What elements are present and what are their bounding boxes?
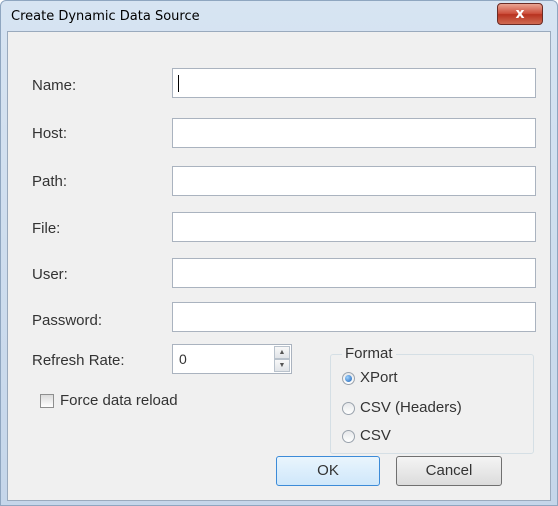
radio-xport-label[interactable]: XPort — [360, 369, 398, 386]
radio-xport[interactable] — [342, 372, 355, 385]
close-button[interactable]: x — [497, 3, 543, 25]
radio-csv[interactable] — [342, 430, 355, 443]
path-label: Path: — [32, 173, 68, 190]
window-title: Create Dynamic Data Source — [11, 9, 200, 24]
refresh-rate-spinner[interactable]: 0 ▲ ▼ — [172, 344, 292, 374]
cancel-button[interactable]: Cancel — [396, 456, 502, 486]
spin-up-button[interactable]: ▲ — [274, 346, 290, 359]
file-input[interactable] — [172, 212, 536, 242]
spin-down-button[interactable]: ▼ — [274, 359, 290, 372]
triangle-down-icon: ▼ — [278, 362, 286, 369]
close-icon: x — [515, 6, 525, 22]
file-label: File: — [32, 220, 61, 237]
refresh-rate-label: Refresh Rate: — [32, 352, 125, 369]
name-input[interactable] — [172, 68, 536, 98]
format-group-title: Format — [342, 345, 396, 362]
path-input[interactable] — [172, 166, 536, 196]
text-caret — [178, 75, 179, 92]
radio-csv-headers[interactable] — [342, 402, 355, 415]
force-reload-checkbox[interactable] — [40, 394, 54, 408]
radio-csv-headers-label[interactable]: CSV (Headers) — [360, 399, 462, 416]
radio-csv-label[interactable]: CSV — [360, 427, 391, 444]
dialog-window: Create Dynamic Data Source x Name: Host:… — [0, 0, 558, 506]
host-input[interactable] — [172, 118, 536, 148]
triangle-up-icon: ▲ — [278, 349, 286, 356]
password-label: Password: — [32, 312, 103, 329]
host-label: Host: — [32, 125, 68, 142]
title-bar[interactable]: Create Dynamic Data Source x — [1, 1, 557, 31]
name-label: Name: — [32, 77, 77, 94]
user-label: User: — [32, 266, 68, 283]
password-input[interactable] — [172, 302, 536, 332]
user-input[interactable] — [172, 258, 536, 288]
dialog-body: Name: Host: Path: File: User: Password: … — [7, 31, 551, 501]
ok-button[interactable]: OK — [276, 456, 380, 486]
refresh-rate-value: 0 — [179, 351, 187, 367]
spinner-buttons: ▲ ▼ — [274, 346, 290, 372]
force-reload-label[interactable]: Force data reload — [60, 392, 178, 409]
